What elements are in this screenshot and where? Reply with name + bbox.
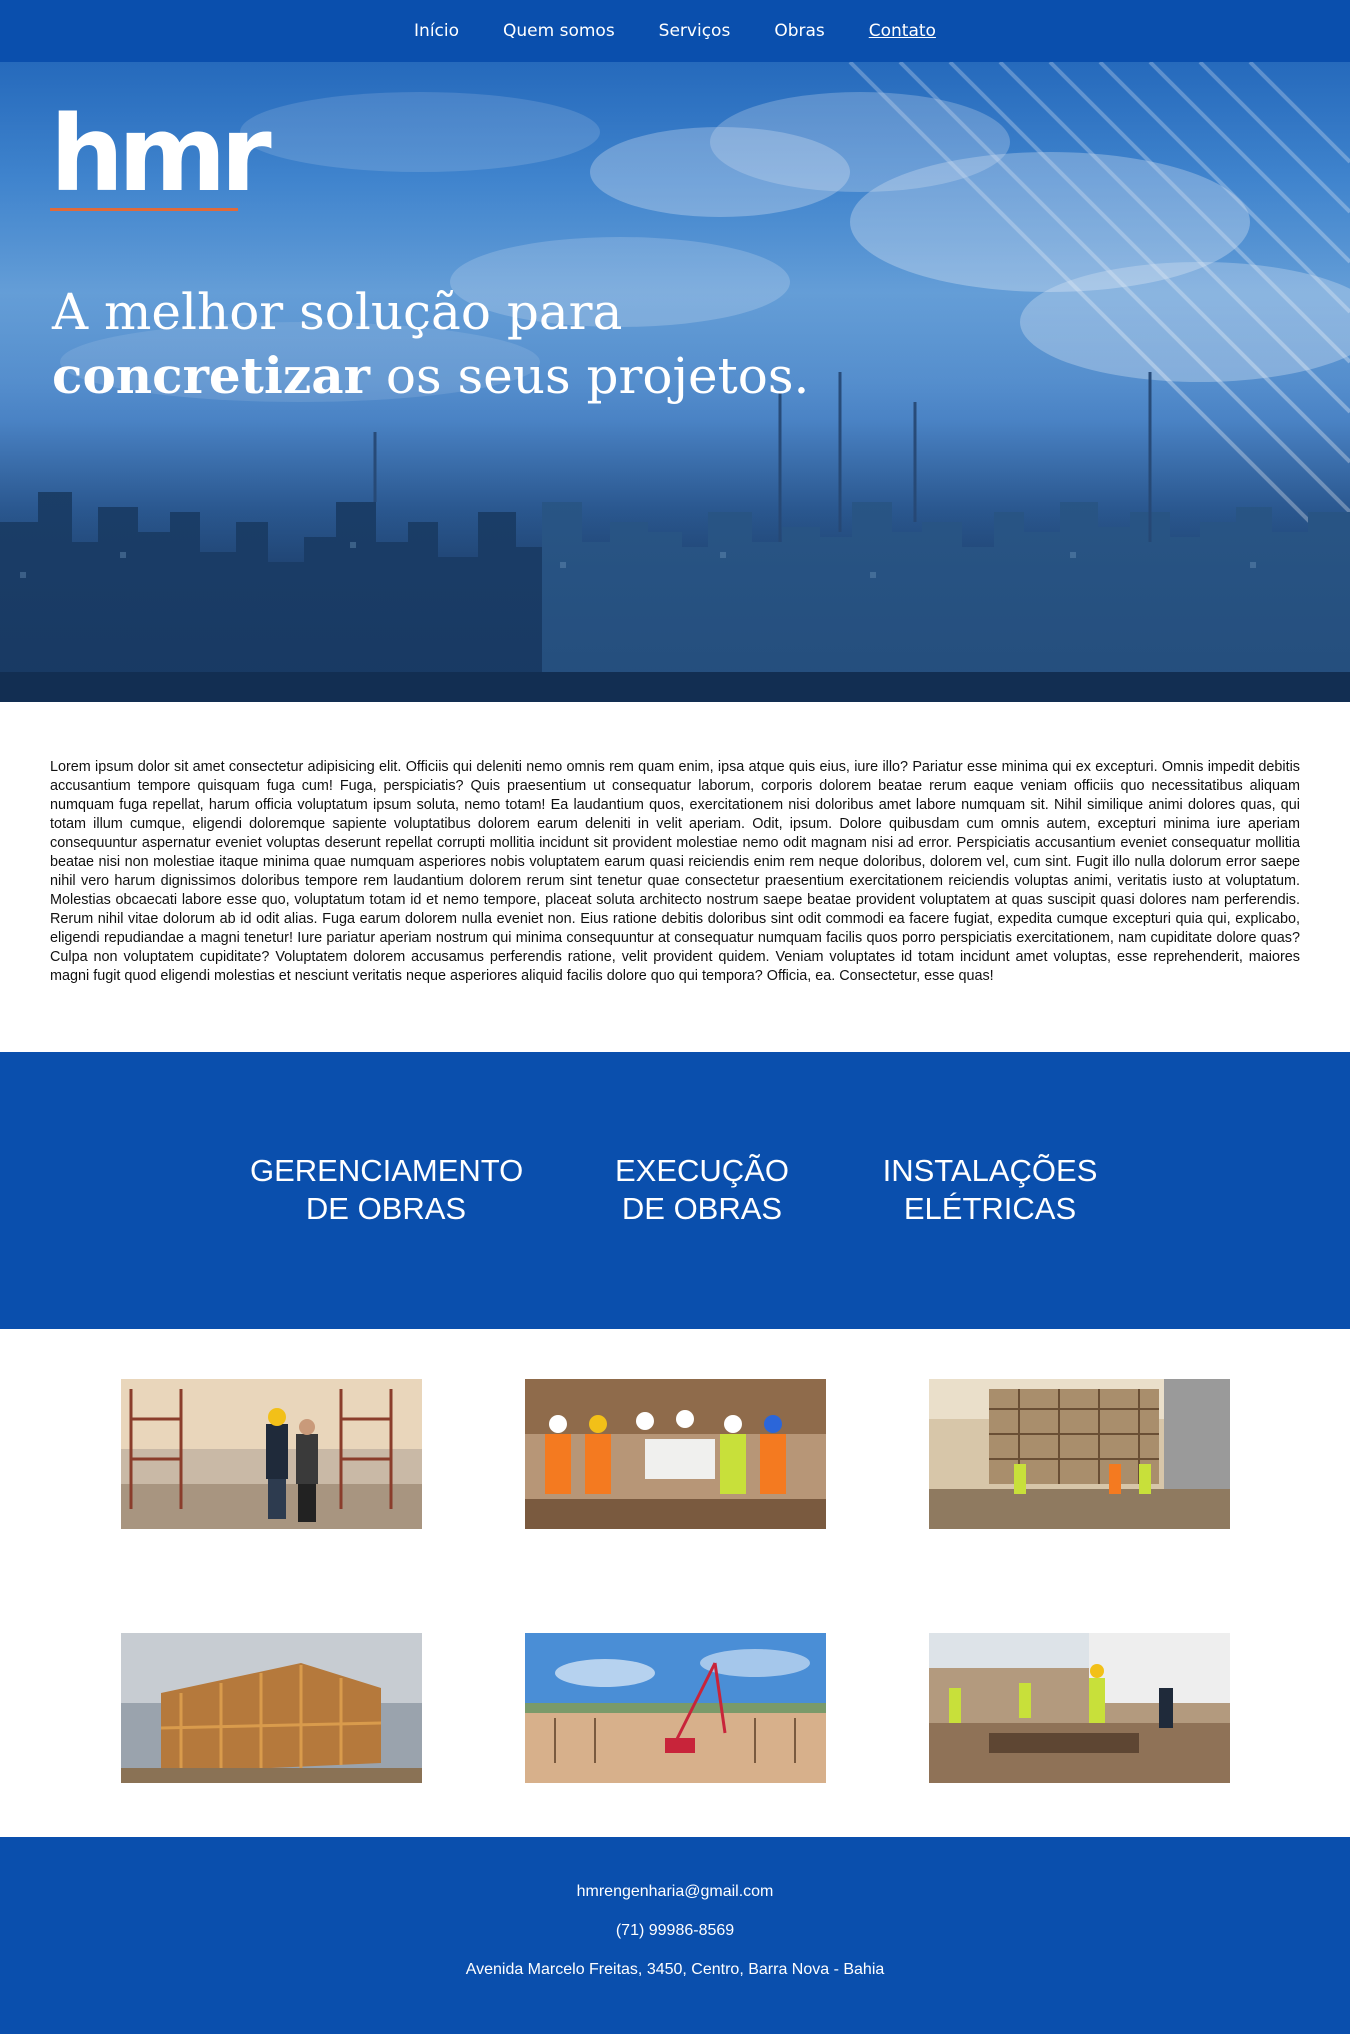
gallery-photo-building-site[interactable]: [929, 1379, 1230, 1529]
headline-rest: os seus projetos.: [369, 347, 810, 405]
nav-link-quem-somos[interactable]: Quem somos: [503, 21, 615, 41]
gallery-photo-workers-trench[interactable]: [929, 1633, 1230, 1783]
service-title-line2: DE OBRAS: [621, 1191, 783, 1226]
nav-link-inicio[interactable]: Início: [414, 21, 459, 41]
footer-address: Avenida Marcelo Freitas, 3450, Centro, B…: [465, 1961, 885, 1978]
service-title-line2: DE OBRAS: [305, 1191, 467, 1226]
service-title-line1: INSTALAÇÕES: [882, 1153, 1098, 1188]
top-navigation: Início Quem somos Serviços Obras Contato: [0, 0, 1350, 62]
hmr-logo[interactable]: hmr: [50, 93, 272, 215]
footer-phone[interactable]: (71) 99986-8569: [0, 1922, 1350, 1940]
nav-link-obras[interactable]: Obras: [774, 21, 824, 41]
headline-line1: A melhor solução para: [52, 283, 623, 341]
services-band: GERENCIAMENTO DE OBRAS EXECUÇÃO DE OBRAS…: [0, 1052, 1350, 1329]
nav-link-servicos[interactable]: Serviços: [659, 21, 731, 41]
hero-banner: hmr A melhor solução para concretizar os…: [0, 62, 1350, 702]
about-paragraph: Lorem ipsum dolor sit amet consectetur a…: [50, 759, 1300, 984]
service-title-line1: EXECUÇÃO: [615, 1153, 789, 1188]
logo-text: hmr: [50, 93, 272, 215]
gallery-photo-team-reading-plans[interactable]: [525, 1379, 826, 1529]
service-gerenciamento: GERENCIAMENTO DE OBRAS: [250, 1152, 524, 1228]
hero-headline: A melhor solução para concretizar os seu…: [52, 280, 809, 408]
service-instalacoes: INSTALAÇÕES ELÉTRICAS: [880, 1152, 1100, 1228]
headline-bold-word: concretizar: [52, 346, 370, 405]
gallery-photo-crane-earthworks[interactable]: [525, 1633, 826, 1783]
service-execucao: EXECUÇÃO DE OBRAS: [610, 1152, 794, 1228]
service-title-line1: GERENCIAMENTO: [250, 1153, 524, 1188]
gallery-photo-engineers-scaffolding[interactable]: [121, 1379, 422, 1529]
footer-email[interactable]: hmrengenharia@gmail.com: [0, 1883, 1350, 1901]
service-title-line2: ELÉTRICAS: [903, 1191, 1077, 1226]
nav-link-contato[interactable]: Contato: [869, 21, 936, 41]
gallery-photo-steel-frame-house[interactable]: [121, 1633, 422, 1783]
footer: hmrengenharia@gmail.com (71) 99986-8569 …: [0, 1837, 1350, 2034]
